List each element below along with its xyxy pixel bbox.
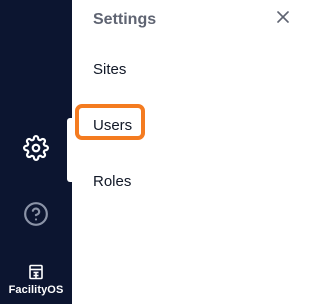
menu-item-roles[interactable]: Roles: [93, 173, 131, 190]
help-nav-button[interactable]: [20, 198, 52, 230]
left-sidebar: FacilityOS: [0, 0, 72, 304]
brand: FacilityOS: [0, 264, 72, 296]
gear-icon: [23, 135, 49, 161]
building-logo-icon: [28, 264, 44, 280]
settings-panel: Settings Sites Users Roles: [72, 0, 307, 304]
brand-name: FacilityOS: [8, 284, 64, 296]
help-circle-icon: [23, 201, 49, 227]
settings-nav-button[interactable]: [20, 132, 52, 164]
menu-item-users[interactable]: Users: [93, 117, 132, 134]
panel-title: Settings: [93, 11, 157, 28]
close-button[interactable]: [274, 10, 292, 28]
app-root: FacilityOS Settings Sites Users Roles: [0, 0, 307, 304]
menu-item-sites[interactable]: Sites: [93, 61, 126, 78]
close-icon: [277, 10, 289, 28]
